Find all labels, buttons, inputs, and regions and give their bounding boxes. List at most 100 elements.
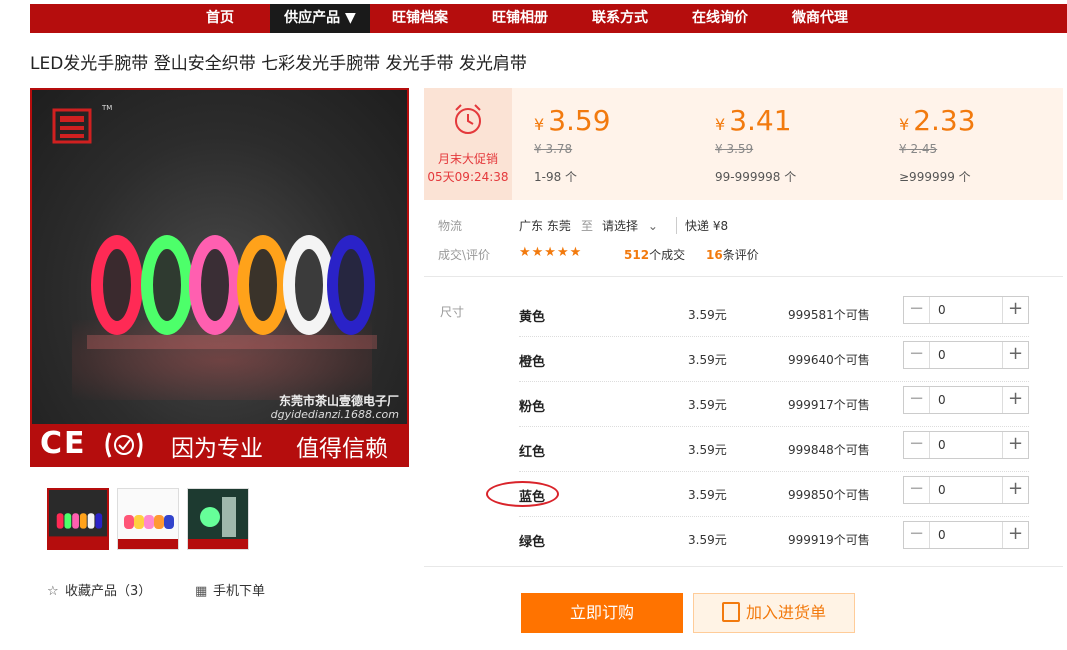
promo-label: 月末大促销 xyxy=(437,152,498,166)
increase-button[interactable]: + xyxy=(1002,297,1028,323)
increase-button[interactable]: + xyxy=(1002,387,1028,413)
promo-countdown: 05天09:24:38 xyxy=(427,170,509,184)
quantity-stepper: − 0 + xyxy=(903,431,1029,459)
tier-1-range: 1-98 个 xyxy=(534,170,578,184)
divider xyxy=(424,276,1063,277)
slogan-professional: 因为专业 xyxy=(171,436,263,462)
size-label: 尺寸 xyxy=(440,305,465,319)
nav-shop-profile[interactable]: 旺铺档案 xyxy=(380,4,460,33)
sku-name: 橙色 xyxy=(519,355,546,370)
product-title: LED发光手腕带 登山安全织带 七彩发光手腕带 发光手带 发光肩带 xyxy=(30,54,527,74)
thumbnail-1[interactable] xyxy=(47,488,109,550)
quantity-input[interactable]: 0 xyxy=(938,438,946,452)
ce-mark: CE xyxy=(40,426,87,461)
promo-badge: 月末大促销 05天09:24:38 xyxy=(424,88,512,200)
decrease-button[interactable]: − xyxy=(904,477,930,503)
thumbnail-2-image xyxy=(118,515,178,549)
sold-count[interactable]: 512个成交 xyxy=(624,246,685,263)
main-product-image[interactable]: TM 东莞市茶山壹德电子厂 dgyidedianzi.1688.com CE 因… xyxy=(30,88,409,467)
slogan-trustworthy: 值得信赖 xyxy=(296,436,388,462)
increase-button[interactable]: + xyxy=(1002,522,1028,548)
decrease-button[interactable]: − xyxy=(904,297,930,323)
chevron-down-icon: ⌄ xyxy=(647,219,658,233)
brand-logo xyxy=(52,108,92,144)
sku-stock: 999919个可售 xyxy=(788,533,870,547)
shop-url-watermark: dgyidedianzi.1688.com xyxy=(270,408,399,421)
thumbnail-3-image xyxy=(188,497,248,549)
ship-to-select[interactable]: 请选择 ⌄ xyxy=(602,217,658,234)
ship-to-word: 至 xyxy=(581,219,594,233)
sku-row-orange: 橙色 3.59元 999640个可售 − 0 + xyxy=(519,337,1029,382)
tier-1-old-price: ¥ 3.78 xyxy=(534,142,573,156)
favorite-label: 收藏产品（3） xyxy=(65,584,152,599)
add-to-cart-label: 加入进货单 xyxy=(745,603,826,622)
top-nav: 首页 供应产品 ▼ 旺铺档案 旺铺相册 联系方式 在线询价 微商代理 xyxy=(30,4,1067,33)
sku-stock: 999917个可售 xyxy=(788,398,870,412)
quantity-stepper: − 0 + xyxy=(903,341,1029,369)
led-bands-illustration xyxy=(87,235,377,349)
quantity-input[interactable]: 0 xyxy=(938,483,946,497)
clipboard-icon xyxy=(721,601,740,622)
tier-2-price: ¥3.41 xyxy=(715,104,792,137)
tier-3-range: ≥999999 个 xyxy=(899,170,971,184)
sku-price: 3.59元 xyxy=(688,443,727,457)
review-count[interactable]: 16条评价 xyxy=(706,246,759,263)
star-outline-icon: ☆ xyxy=(47,584,59,599)
add-to-cart-button[interactable]: 加入进货单 xyxy=(693,593,855,633)
sku-stock: 999581个可售 xyxy=(788,308,870,322)
decrease-button[interactable]: − xyxy=(904,522,930,548)
decrease-button[interactable]: − xyxy=(904,387,930,413)
nav-products[interactable]: 供应产品 ▼ xyxy=(270,4,370,33)
tier-2-old-price: ¥ 3.59 xyxy=(715,142,754,156)
quantity-input[interactable]: 0 xyxy=(938,348,946,362)
favorite-link[interactable]: ☆ 收藏产品（3） xyxy=(47,580,151,599)
sku-price: 3.59元 xyxy=(688,398,727,412)
quantity-stepper: − 0 + xyxy=(903,521,1029,549)
image-banner: CE 因为专业 值得信赖 xyxy=(32,424,407,465)
tier-3-old-price: ¥ 2.45 xyxy=(899,142,938,156)
tier-2-range: 99-999998 个 xyxy=(715,170,797,184)
nav-agent[interactable]: 微商代理 xyxy=(780,4,860,33)
price-tiers: ¥3.59 ¥ 3.78 1-98 个 ¥3.41 ¥ 3.59 99-9999… xyxy=(512,88,1063,200)
sku-row-pink: 粉色 3.59元 999917个可售 − 0 + xyxy=(519,382,1029,427)
rating-stars: ★★★★★ xyxy=(519,245,583,260)
decrease-button[interactable]: − xyxy=(904,432,930,458)
tier-3-price: ¥2.33 xyxy=(899,104,976,137)
sku-price: 3.59元 xyxy=(688,353,727,367)
sku-row-yellow: 黄色 3.59元 999581个可售 − 0 + xyxy=(519,292,1029,337)
quantity-stepper: − 0 + xyxy=(903,296,1029,324)
quantity-input[interactable]: 0 xyxy=(938,303,946,317)
trademark-mark: TM xyxy=(102,104,113,112)
sku-name: 黄色 xyxy=(519,310,546,325)
sku-row-red: 红色 3.59元 999848个可售 − 0 + xyxy=(519,427,1029,472)
tier-1-price: ¥3.59 xyxy=(534,104,611,137)
decrease-button[interactable]: − xyxy=(904,342,930,368)
sku-price: 3.59元 xyxy=(688,308,727,322)
sku-row-blue: 蓝色 3.59元 999850个可售 − 0 + xyxy=(519,472,1029,517)
nav-inquiry[interactable]: 在线询价 xyxy=(680,4,760,33)
thumbnail-2[interactable] xyxy=(117,488,179,550)
sku-row-green: 绿色 3.59元 999919个可售 − 0 + xyxy=(519,517,1029,562)
nav-shop-album[interactable]: 旺铺相册 xyxy=(480,4,560,33)
divider xyxy=(424,566,1063,567)
nav-home[interactable]: 首页 xyxy=(190,4,250,33)
thumbnail-3[interactable] xyxy=(187,488,249,550)
shop-name-watermark: 东莞市茶山壹德电子厂 xyxy=(278,394,399,408)
increase-button[interactable]: + xyxy=(1002,342,1028,368)
sku-stock: 999848个可售 xyxy=(788,443,870,457)
alarm-clock-icon xyxy=(455,104,481,134)
quantity-input[interactable]: 0 xyxy=(938,393,946,407)
highlight-annotation-circle xyxy=(486,481,559,507)
logistics-label: 物流 xyxy=(438,219,463,233)
thumbnail-1-image xyxy=(49,513,107,548)
increase-button[interactable]: + xyxy=(1002,432,1028,458)
deal-label: 成交\评价 xyxy=(438,248,491,262)
order-now-button[interactable]: 立即订购 xyxy=(521,593,683,633)
quantity-stepper: − 0 + xyxy=(903,386,1029,414)
quantity-input[interactable]: 0 xyxy=(938,528,946,542)
mobile-order-link[interactable]: ▦ 手机下单 xyxy=(195,580,265,599)
express-fee: 快递 ¥8 xyxy=(676,217,728,234)
qr-code-icon: ▦ xyxy=(195,584,208,599)
nav-contact[interactable]: 联系方式 xyxy=(580,4,660,33)
increase-button[interactable]: + xyxy=(1002,477,1028,503)
